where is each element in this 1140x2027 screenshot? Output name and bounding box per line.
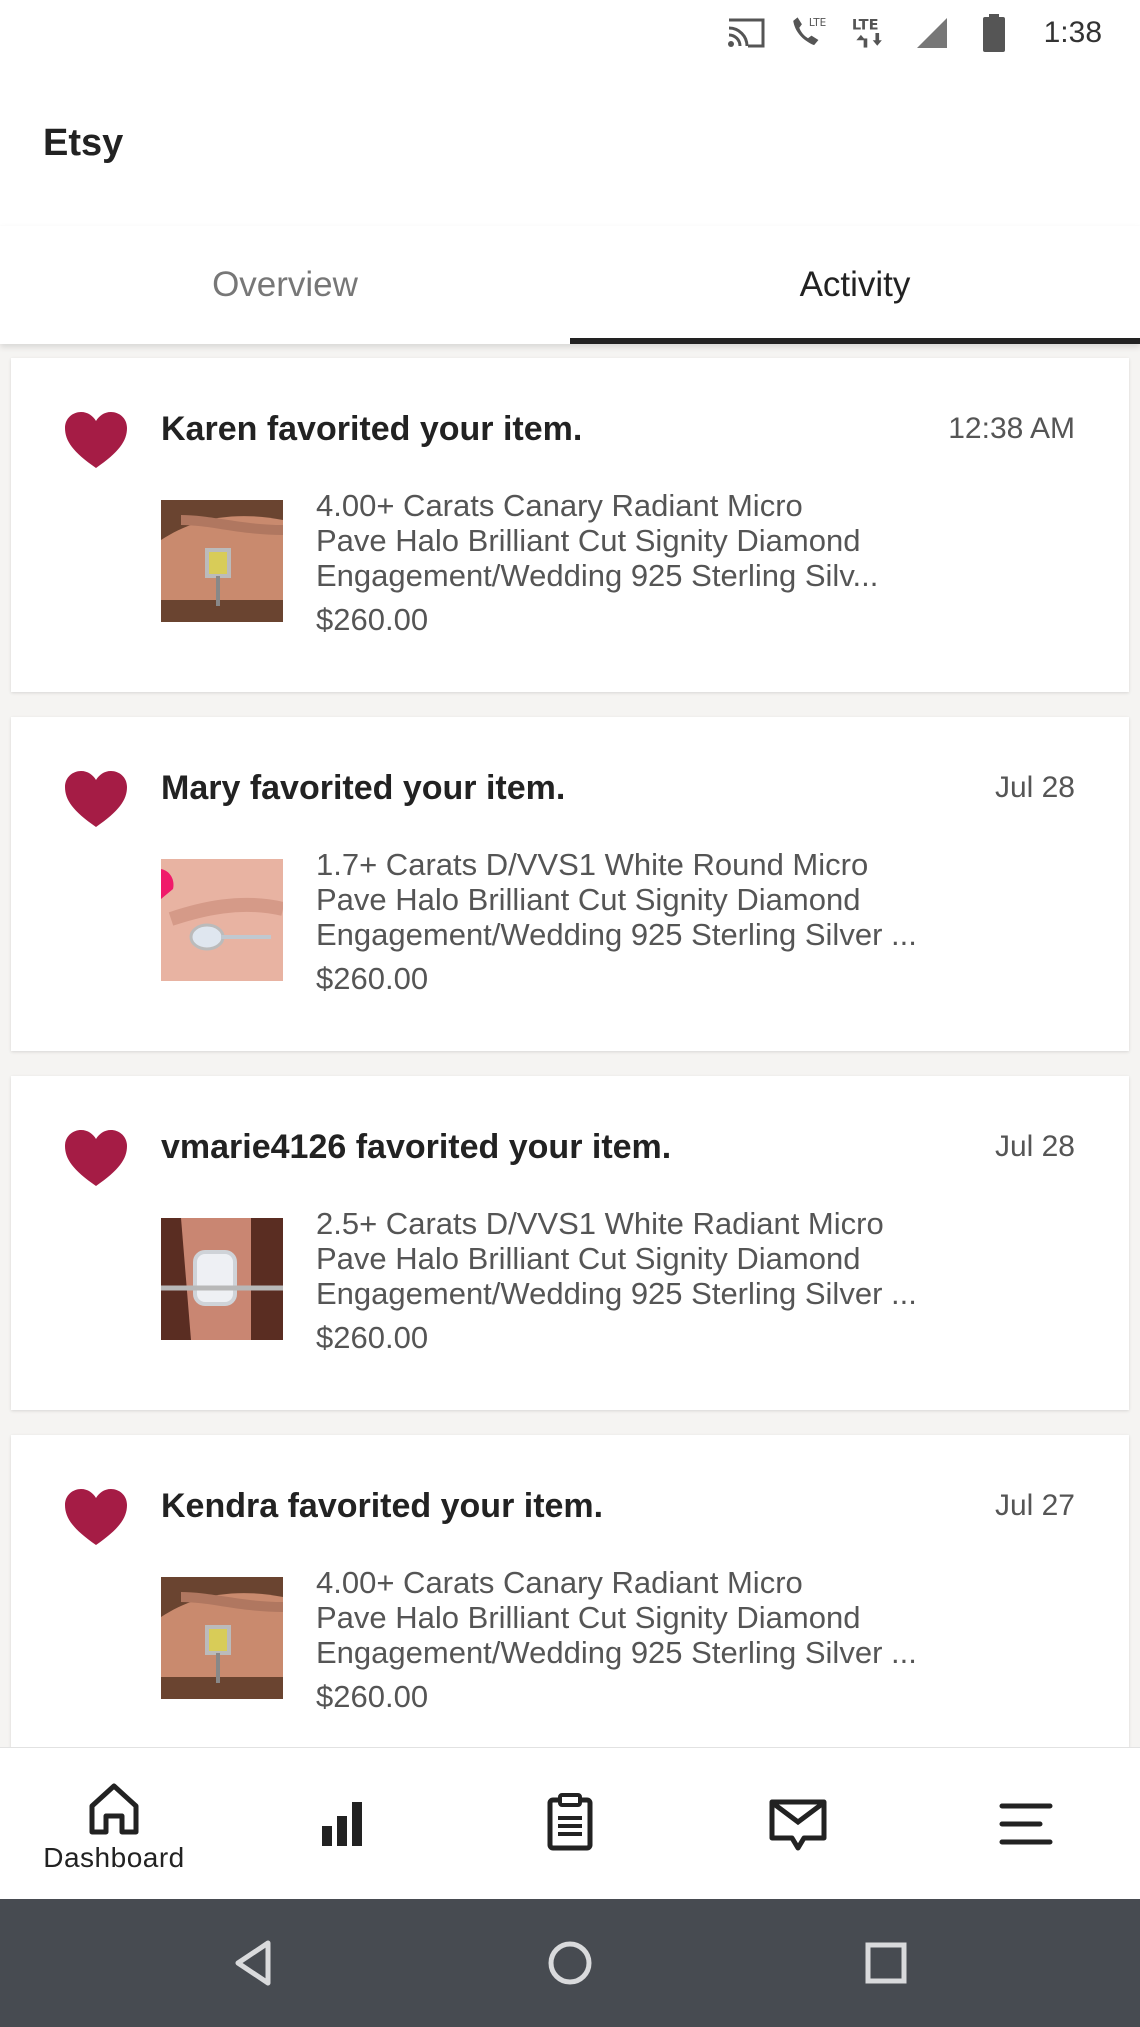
- nav-dashboard[interactable]: Dashboard: [0, 1748, 228, 1900]
- recents-icon[interactable]: [856, 1933, 916, 1993]
- lte-call-icon: LTE: [788, 13, 828, 53]
- item-title-line: 4.00+ Carats Canary Radiant Micro: [316, 1565, 803, 1600]
- item-title-line: Engagement/Wedding 925 Sterling Silver .…: [316, 1276, 917, 1311]
- messages-icon: [769, 1799, 827, 1851]
- radiant-ring-photo: [161, 1218, 283, 1340]
- back-icon[interactable]: [224, 1933, 284, 1993]
- item-thumbnail[interactable]: [161, 1218, 283, 1340]
- tab-overview[interactable]: Overview: [0, 226, 570, 344]
- heart-icon: [65, 1130, 127, 1186]
- menu-icon: [999, 1803, 1053, 1845]
- activity-time: Jul 28: [994, 771, 1075, 804]
- item-price: $260.00: [316, 602, 429, 637]
- tab-bar: Overview Activity: [0, 226, 1140, 344]
- item-price: $260.00: [316, 961, 429, 996]
- item-title-line: 2.5+ Carats D/VVS1 White Radiant Micro: [316, 1206, 884, 1241]
- signal-icon: [912, 13, 952, 53]
- nav-messages[interactable]: [684, 1748, 912, 1900]
- app-bar: Etsy: [0, 66, 1140, 226]
- nav-menu[interactable]: [912, 1748, 1140, 1900]
- nav-stats[interactable]: [228, 1748, 456, 1900]
- heart-icon: [65, 1489, 127, 1545]
- activity-title: Kendra favorited your item.: [161, 1487, 604, 1525]
- item-price: $260.00: [316, 1320, 429, 1355]
- activity-time: Jul 27: [994, 1489, 1075, 1522]
- activity-time: Jul 28: [994, 1130, 1075, 1163]
- round-ring-photo: [161, 859, 283, 981]
- item-title: 4.00+ Carats Canary Radiant Micro Pave H…: [316, 488, 1006, 593]
- item-title: 2.5+ Carats D/VVS1 White Radiant Micro P…: [316, 1206, 1006, 1311]
- battery-icon: [974, 13, 1014, 53]
- item-title-line: Pave Halo Brilliant Cut Signity Diamond: [316, 1600, 861, 1635]
- activity-title: Karen favorited your item.: [161, 410, 583, 448]
- item-thumbnail[interactable]: [161, 1577, 283, 1699]
- item-title-line: 1.7+ Carats D/VVS1 White Round Micro: [316, 847, 869, 882]
- canary-ring-photo: [161, 500, 283, 622]
- heart-icon: [65, 771, 127, 827]
- activity-card[interactable]: Mary favorited your item. Jul 28 1.7+ Ca…: [11, 717, 1129, 1051]
- item-thumbnail[interactable]: [161, 500, 283, 622]
- clock: 1:38: [1043, 16, 1102, 49]
- home-icon: [89, 1783, 139, 1835]
- item-title-line: Engagement/Wedding 925 Sterling Silv...: [316, 558, 879, 593]
- lte-data-label: LTE: [851, 17, 878, 33]
- heart-icon: [65, 412, 127, 468]
- nav-dashboard-label: Dashboard: [43, 1842, 185, 1873]
- nav-orders[interactable]: [456, 1748, 684, 1900]
- activity-card[interactable]: Karen favorited your item. 12:38 AM 4.00…: [11, 358, 1129, 692]
- canary-ring-photo: [161, 1577, 283, 1699]
- activity-card[interactable]: vmarie4126 favorited your item. Jul 28 2…: [11, 1076, 1129, 1410]
- item-title-line: Pave Halo Brilliant Cut Signity Diamond: [316, 523, 861, 558]
- system-nav-bar: [0, 1899, 1140, 2027]
- item-thumbnail[interactable]: [161, 859, 283, 981]
- app-title: Etsy: [43, 122, 124, 164]
- cast-icon: [726, 13, 766, 53]
- item-title: 1.7+ Carats D/VVS1 White Round Micro Pav…: [316, 847, 1006, 952]
- item-price: $260.00: [316, 1679, 429, 1714]
- activity-card[interactable]: Kendra favorited your item. Jul 27 4.00+…: [11, 1435, 1129, 1769]
- lte-data-icon: LTE: [850, 13, 890, 53]
- home-circle-icon[interactable]: [540, 1933, 600, 1993]
- item-title-line: Engagement/Wedding 925 Sterling Silver .…: [316, 1635, 917, 1670]
- stats-icon: [322, 1802, 362, 1846]
- tab-activity[interactable]: Activity: [570, 226, 1140, 344]
- orders-clipboard-icon: [547, 1793, 593, 1851]
- item-title-line: Pave Halo Brilliant Cut Signity Diamond: [316, 1241, 861, 1276]
- item-title-line: Pave Halo Brilliant Cut Signity Diamond: [316, 882, 861, 917]
- activity-time: 12:38 AM: [948, 412, 1075, 445]
- bottom-nav: Dashboard: [0, 1747, 1140, 1899]
- item-title: 4.00+ Carats Canary Radiant Micro Pave H…: [316, 1565, 1006, 1670]
- activity-title: vmarie4126 favorited your item.: [161, 1128, 672, 1166]
- item-title-line: Engagement/Wedding 925 Sterling Silver .…: [316, 917, 917, 952]
- lte-label: LTE: [808, 17, 825, 29]
- status-bar: LTE LTE 1:38: [0, 0, 1140, 66]
- activity-title: Mary favorited your item.: [161, 769, 566, 807]
- item-title-line: 4.00+ Carats Canary Radiant Micro: [316, 488, 803, 523]
